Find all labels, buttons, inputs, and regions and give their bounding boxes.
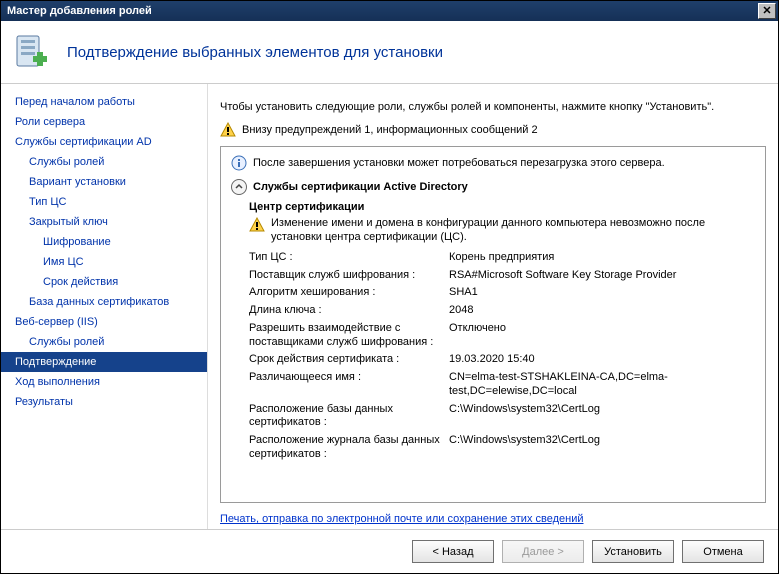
info-icon <box>231 155 247 171</box>
property-row: Расположение базы данных сертификатов :C… <box>231 401 757 433</box>
page-title: Подтверждение выбранных элементов для ус… <box>67 44 443 61</box>
property-key: Алгоритм хеширования : <box>249 286 449 300</box>
property-key: Длина ключа : <box>249 304 449 318</box>
property-key: Расположение базы данных сертификатов : <box>249 403 449 431</box>
details-box: После завершения установки может потребо… <box>220 146 766 503</box>
titlebar: Мастер добавления ролей ✕ <box>1 1 778 21</box>
nav-item[interactable]: Веб-сервер (IIS) <box>1 312 207 332</box>
property-value: 19.03.2020 15:40 <box>449 353 757 367</box>
nav-item[interactable]: Результаты <box>1 392 207 412</box>
property-row: Поставщик служб шифрования :RSA#Microsof… <box>231 267 757 285</box>
install-button[interactable]: Установить <box>592 540 674 563</box>
property-row: Алгоритм хеширования :SHA1 <box>231 284 757 302</box>
nav-item[interactable]: Подтверждение <box>1 352 207 372</box>
cancel-button[interactable]: Отмена <box>682 540 764 563</box>
sidebar: Перед началом работыРоли сервераСлужбы с… <box>1 84 208 529</box>
wizard-window: Мастер добавления ролей ✕ Подтверждение … <box>0 0 779 574</box>
property-value: 2048 <box>449 304 757 318</box>
property-key: Срок действия сертификата : <box>249 353 449 367</box>
property-key: Поставщик служб шифрования : <box>249 269 449 283</box>
nav-item[interactable]: Службы сертификации AD <box>1 132 207 152</box>
property-row: Срок действия сертификата :19.03.2020 15… <box>231 351 757 369</box>
warning-icon <box>220 122 236 138</box>
nav-item[interactable]: Перед началом работы <box>1 92 207 112</box>
ca-warning-text: Изменение имени и домена в конфигурации … <box>271 217 757 245</box>
nav-item[interactable]: Ход выполнения <box>1 372 207 392</box>
back-button[interactable]: < Назад <box>412 540 494 563</box>
property-value: Корень предприятия <box>449 251 757 265</box>
instruction-text: Чтобы установить следующие роли, службы … <box>220 100 766 114</box>
nav-item[interactable]: Вариант установки <box>1 172 207 192</box>
ca-warning-row: Изменение имени и домена в конфигурации … <box>231 215 757 249</box>
property-row: Расположение журнала базы данных сертифи… <box>231 432 757 464</box>
footer: < Назад Далее > Установить Отмена <box>1 529 778 573</box>
property-row: Тип ЦС :Корень предприятия <box>231 249 757 267</box>
property-row: Разрешить взаимодействие с поставщиками … <box>231 320 757 352</box>
nav-item[interactable]: Закрытый ключ <box>1 212 207 232</box>
nav-item[interactable]: Службы ролей <box>1 152 207 172</box>
print-save-link[interactable]: Печать, отправка по электронной почте ил… <box>220 513 584 525</box>
property-value: RSA#Microsoft Software Key Storage Provi… <box>449 269 757 283</box>
summary-warning-row: Внизу предупреждений 1, информационных с… <box>220 122 766 138</box>
details-scroll[interactable]: После завершения установки может потребо… <box>221 147 765 502</box>
sub-title: Центр сертификации <box>231 199 757 215</box>
property-row: Различающееся имя :CN=elma-test-STSHAKLE… <box>231 369 757 401</box>
property-value: SHA1 <box>449 286 757 300</box>
summary-warning-text: Внизу предупреждений 1, информационных с… <box>242 124 538 136</box>
property-value: Отключено <box>449 322 757 350</box>
nav-item[interactable]: Срок действия <box>1 272 207 292</box>
nav-item[interactable]: Роли сервера <box>1 112 207 132</box>
property-key: Различающееся имя : <box>249 371 449 399</box>
wizard-icon <box>13 32 53 72</box>
property-value: CN=elma-test-STSHAKLEINA-CA,DC=elma-test… <box>449 371 757 399</box>
info-restart-text: После завершения установки может потребо… <box>253 157 665 169</box>
property-row: Длина ключа :2048 <box>231 302 757 320</box>
nav-item[interactable]: Шифрование <box>1 232 207 252</box>
window-title: Мастер добавления ролей <box>7 5 152 17</box>
property-value: C:\Windows\system32\CertLog <box>449 403 757 431</box>
header: Подтверждение выбранных элементов для ус… <box>1 21 778 84</box>
property-value: C:\Windows\system32\CertLog <box>449 434 757 462</box>
group-header[interactable]: Службы сертификации Active Directory <box>231 177 757 199</box>
collapse-icon <box>231 179 247 195</box>
group-title: Службы сертификации Active Directory <box>253 181 468 193</box>
link-row: Печать, отправка по электронной почте ил… <box>220 503 766 529</box>
info-restart-row: После завершения установки может потребо… <box>231 153 757 177</box>
next-button: Далее > <box>502 540 584 563</box>
nav-item[interactable]: Службы ролей <box>1 332 207 352</box>
warning-icon <box>249 217 265 233</box>
close-button[interactable]: ✕ <box>758 3 776 19</box>
close-icon: ✕ <box>762 6 771 17</box>
nav-item[interactable]: База данных сертификатов <box>1 292 207 312</box>
nav-item[interactable]: Тип ЦС <box>1 192 207 212</box>
property-key: Расположение журнала базы данных сертифи… <box>249 434 449 462</box>
property-key: Тип ЦС : <box>249 251 449 265</box>
nav-item[interactable]: Имя ЦС <box>1 252 207 272</box>
main-panel: Чтобы установить следующие роли, службы … <box>208 84 778 529</box>
property-key: Разрешить взаимодействие с поставщиками … <box>249 322 449 350</box>
